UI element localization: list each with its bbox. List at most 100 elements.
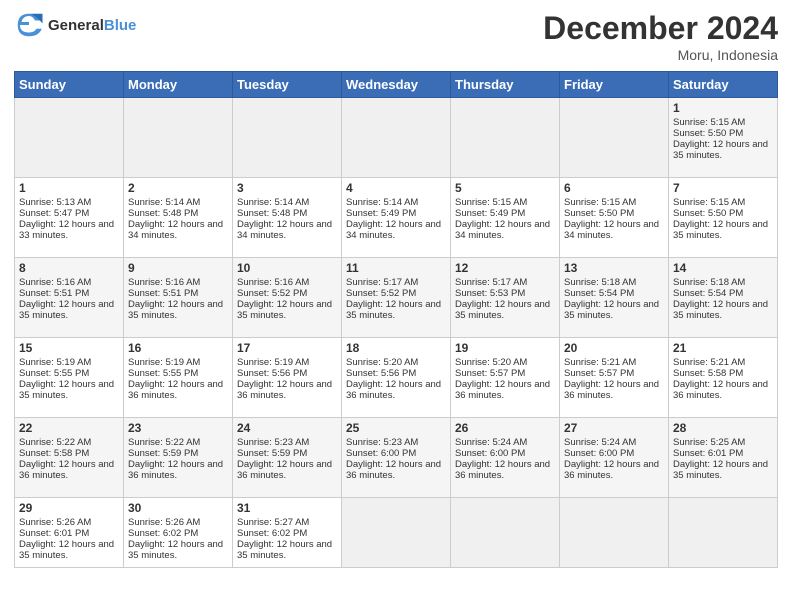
daylight: Daylight: 12 hours and 35 minutes.	[19, 539, 114, 561]
day-number: 26	[455, 421, 555, 435]
day-number: 15	[19, 341, 119, 355]
day-number: 6	[564, 181, 664, 195]
sunset: Sunset: 5:50 PM	[673, 208, 743, 219]
day-cell: 9Sunrise: 5:16 AMSunset: 5:51 PMDaylight…	[124, 258, 233, 338]
daylight: Daylight: 12 hours and 35 minutes.	[19, 379, 114, 401]
sunset: Sunset: 5:52 PM	[346, 288, 416, 299]
daylight: Daylight: 12 hours and 35 minutes.	[237, 539, 332, 561]
daylight: Daylight: 12 hours and 36 minutes.	[564, 379, 659, 401]
daylight: Daylight: 12 hours and 34 minutes.	[564, 219, 659, 241]
day-number: 5	[455, 181, 555, 195]
day-cell: 14Sunrise: 5:18 AMSunset: 5:54 PMDayligh…	[669, 258, 778, 338]
sunrise: Sunrise: 5:22 AM	[128, 437, 200, 448]
daylight: Daylight: 12 hours and 35 minutes.	[346, 299, 441, 321]
day-cell: 1Sunrise: 5:13 AMSunset: 5:47 PMDaylight…	[15, 178, 124, 258]
day-number: 13	[564, 261, 664, 275]
daylight: Daylight: 12 hours and 35 minutes.	[128, 299, 223, 321]
daylight: Daylight: 12 hours and 35 minutes.	[128, 539, 223, 561]
day-cell	[451, 98, 560, 178]
sunset: Sunset: 6:00 PM	[455, 448, 525, 459]
col-saturday: Saturday	[669, 72, 778, 98]
day-number: 7	[673, 181, 773, 195]
day-number: 30	[128, 501, 228, 515]
day-cell: 31Sunrise: 5:27 AMSunset: 6:02 PMDayligh…	[233, 498, 342, 568]
sunset: Sunset: 6:01 PM	[673, 448, 743, 459]
day-cell: 12Sunrise: 5:17 AMSunset: 5:53 PMDayligh…	[451, 258, 560, 338]
logo: GeneralBlue	[14, 10, 136, 40]
day-number: 25	[346, 421, 446, 435]
sunrise: Sunrise: 5:16 AM	[128, 277, 200, 288]
day-number: 17	[237, 341, 337, 355]
day-cell: 4 Sunrise: 5:14 AMSunset: 5:49 PMDaylight…	[342, 178, 451, 258]
daylight: Daylight: 12 hours and 36 minutes.	[673, 379, 768, 401]
sunrise: Sunrise: 5:24 AM	[564, 437, 636, 448]
daylight: Daylight: 12 hours and 36 minutes.	[455, 459, 550, 481]
sunset: Sunset: 5:54 PM	[564, 288, 634, 299]
sunset: Sunset: 6:01 PM	[19, 528, 89, 539]
day-number: 18	[346, 341, 446, 355]
day-cell: 11Sunrise: 5:17 AMSunset: 5:52 PMDayligh…	[342, 258, 451, 338]
sunset: Sunset: 6:00 PM	[346, 448, 416, 459]
sunset: Sunset: 5:53 PM	[455, 288, 525, 299]
day-number: 4	[346, 181, 446, 195]
sunrise: Sunrise: 5:16 AM	[237, 277, 309, 288]
sunset: Sunset: 5:47 PM	[19, 208, 89, 219]
day-number: 27	[564, 421, 664, 435]
sunset: Sunset: 6:02 PM	[237, 528, 307, 539]
day-cell: 19Sunrise: 5:20 AMSunset: 5:57 PMDayligh…	[451, 338, 560, 418]
day-number: 29	[19, 501, 119, 515]
sunrise: Sunrise: 5:26 AM	[128, 517, 200, 528]
sunrise: Sunrise: 5:15 AM	[564, 197, 636, 208]
sunrise: Sunrise: 5:27 AM	[237, 517, 309, 528]
daylight: Daylight: 12 hours and 35 minutes.	[237, 299, 332, 321]
day-number: 23	[128, 421, 228, 435]
day-number: 20	[564, 341, 664, 355]
daylight: Daylight: 12 hours and 36 minutes.	[237, 459, 332, 481]
day-cell: 13Sunrise: 5:18 AMSunset: 5:54 PMDayligh…	[560, 258, 669, 338]
day-number: 8	[19, 261, 119, 275]
sunrise: Sunrise: 5:20 AM	[346, 357, 418, 368]
sunset: Sunset: 5:49 PM	[455, 208, 525, 219]
day-cell	[560, 98, 669, 178]
sunset: Sunset: 5:48 PM	[128, 208, 198, 219]
day-number: 12	[455, 261, 555, 275]
sunrise: Sunrise: 5:14 AM	[346, 197, 418, 208]
daylight: Daylight: 12 hours and 35 minutes.	[673, 299, 768, 321]
sunset: Sunset: 5:58 PM	[19, 448, 89, 459]
sunrise: Sunrise: 5:21 AM	[564, 357, 636, 368]
col-sunday: Sunday	[15, 72, 124, 98]
day-cell: 15Sunrise: 5:19 AMSunset: 5:55 PMDayligh…	[15, 338, 124, 418]
day-cell: 20 Sunrise: 5:21 AMSunset: 5:57 PMDayligh…	[560, 338, 669, 418]
week-row-5: 22Sunrise: 5:22 AMSunset: 5:58 PMDayligh…	[15, 418, 778, 498]
day-cell: 26Sunrise: 5:24 AMSunset: 6:00 PMDayligh…	[451, 418, 560, 498]
daylight: Daylight: 12 hours and 35 minutes.	[455, 299, 550, 321]
day-cell: 21Sunrise: 5:21 AMSunset: 5:58 PMDayligh…	[669, 338, 778, 418]
day-cell	[342, 98, 451, 178]
day-cell: 7Sunrise: 5:15 AMSunset: 5:50 PMDaylight…	[669, 178, 778, 258]
day-cell: 29Sunrise: 5:26 AMSunset: 6:01 PMDayligh…	[15, 498, 124, 568]
sunset: Sunset: 5:56 PM	[237, 368, 307, 379]
daylight: Daylight: 12 hours and 35 minutes.	[673, 219, 768, 241]
sunset: Sunset: 5:57 PM	[564, 368, 634, 379]
sunset: Sunset: 5:50 PM	[673, 128, 743, 139]
header-row: Sunday Monday Tuesday Wednesday Thursday…	[15, 72, 778, 98]
sunset: Sunset: 5:49 PM	[346, 208, 416, 219]
sunset: Sunset: 5:55 PM	[19, 368, 89, 379]
day-cell	[669, 498, 778, 568]
day-number: 28	[673, 421, 773, 435]
sunset: Sunset: 5:54 PM	[673, 288, 743, 299]
location: Moru, Indonesia	[543, 47, 778, 63]
daylight: Daylight: 12 hours and 34 minutes.	[128, 219, 223, 241]
day-cell: 30 Sunrise: 5:26 AMSunset: 6:02 PMDayligh…	[124, 498, 233, 568]
day-cell	[560, 498, 669, 568]
week-row-6: 29Sunrise: 5:26 AMSunset: 6:01 PMDayligh…	[15, 498, 778, 568]
sunset: Sunset: 6:02 PM	[128, 528, 198, 539]
sunset: Sunset: 5:58 PM	[673, 368, 743, 379]
sunrise: Sunrise: 5:14 AM	[128, 197, 200, 208]
daylight: Daylight: 12 hours and 36 minutes.	[128, 459, 223, 481]
sunrise: Sunrise: 5:14 AM	[237, 197, 309, 208]
day-cell: 23Sunrise: 5:22 AMSunset: 5:59 PMDayligh…	[124, 418, 233, 498]
day-number: 21	[673, 341, 773, 355]
daylight: Daylight: 12 hours and 34 minutes.	[346, 219, 441, 241]
sunset: Sunset: 5:52 PM	[237, 288, 307, 299]
